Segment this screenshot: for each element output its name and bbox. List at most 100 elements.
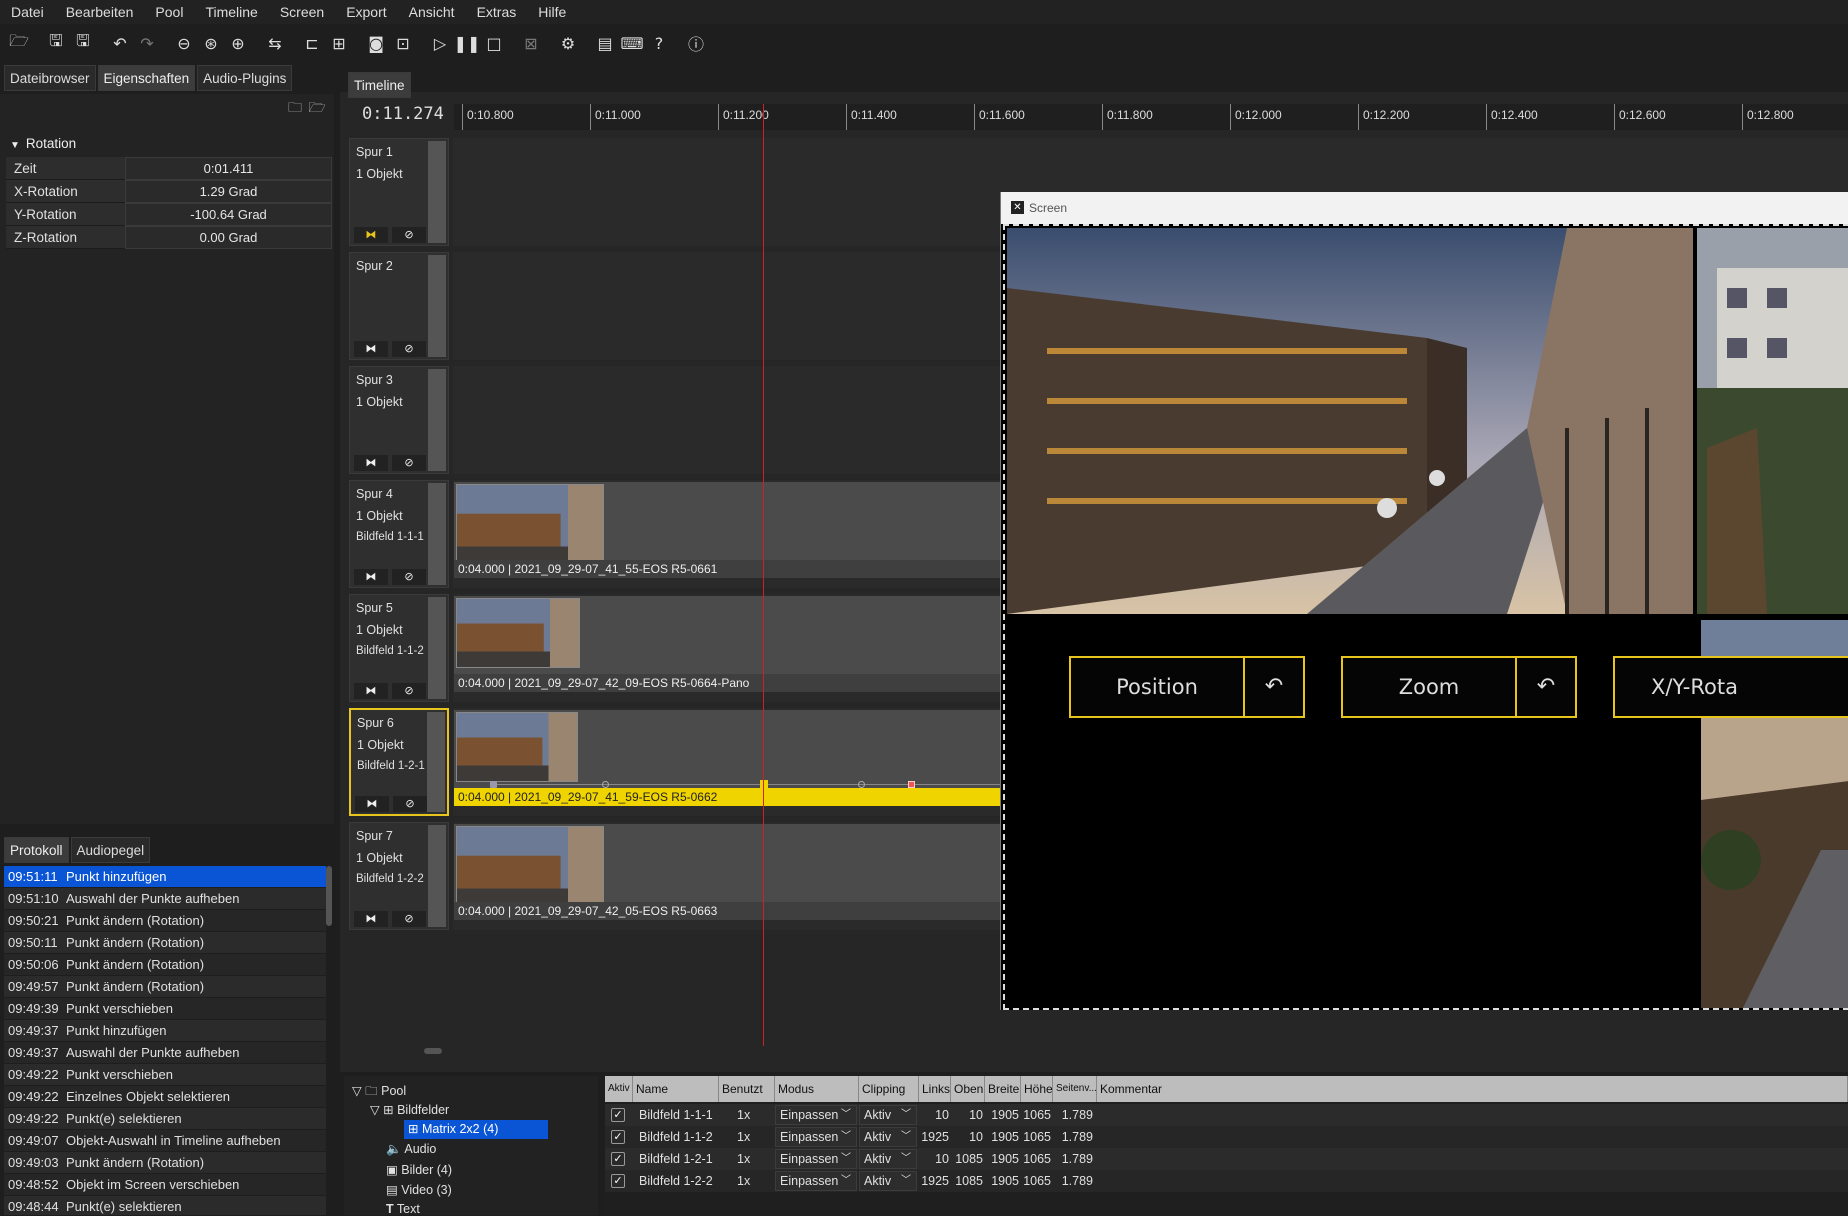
mute-icon[interactable]: ⊘ — [392, 455, 426, 471]
preview-icon[interactable]: ◙ — [363, 30, 389, 56]
log-row[interactable]: 09:48:44 Punkt(e) selektieren — [4, 1196, 326, 1215]
track-header[interactable]: Spur 7 1 Objekt Bildfeld 1-2-2 ⧓ ⊘ — [349, 822, 449, 930]
track-header[interactable]: Spur 4 1 Objekt Bildfeld 1-1-1 ⧓ ⊘ — [349, 480, 449, 588]
table-column-header[interactable]: Kommentar — [1097, 1076, 1848, 1102]
log-row[interactable]: 09:49:37 Punkt hinzufügen — [4, 1020, 326, 1042]
log-row[interactable]: 09:51:10 Auswahl der Punkte aufheben — [4, 888, 326, 910]
track-header[interactable]: Spur 1 1 Objekt ⧓ ⊘ — [349, 138, 449, 246]
active-checkbox[interactable]: ✓ — [611, 1174, 625, 1188]
bowtie-icon[interactable]: ⧓ — [354, 569, 388, 585]
table-column-header[interactable]: Links — [919, 1076, 951, 1102]
tab-audiopegel[interactable]: Audiopegel — [70, 837, 151, 863]
mode-dropdown[interactable]: Einpassen ﹀ — [775, 1149, 857, 1169]
reset-icon[interactable]: ↶ — [1243, 658, 1303, 716]
keyframe-point[interactable] — [908, 781, 915, 788]
tab-audio-plugins[interactable]: Audio-Plugins — [197, 65, 293, 91]
zoom-in-icon[interactable]: ⊕ — [225, 30, 251, 56]
table-column-header[interactable]: Name — [633, 1076, 719, 1102]
tab-dateibrowser[interactable]: Dateibrowser — [4, 65, 96, 91]
track-level-bar[interactable] — [428, 255, 446, 357]
play-icon[interactable]: ▷ — [427, 30, 453, 56]
track-level-bar[interactable] — [427, 712, 445, 812]
timeline-clip[interactable]: 0:04.000 | 2021_09_29-07_41_59-EOS R5-06… — [454, 710, 1000, 806]
swap-icon[interactable]: ⇆ — [262, 30, 288, 56]
position-button[interactable]: Position — [1071, 658, 1243, 716]
settings-icon[interactable]: ⚙ — [555, 30, 581, 56]
close-icon[interactable]: ✕ — [1011, 201, 1024, 214]
bowtie-icon[interactable]: ⧓ — [355, 796, 389, 812]
keyframe-point[interactable] — [490, 781, 497, 788]
zoom-fit-icon[interactable]: ⊛ — [198, 30, 224, 56]
folder-icon[interactable]: 🗀 — [284, 98, 306, 118]
track-level-bar[interactable] — [428, 141, 446, 243]
pause-icon[interactable]: ❚❚ — [454, 30, 481, 56]
time-ruler[interactable]: 0:10.800 0:11.000 0:11.200 0:11.400 0:11.600… — [454, 104, 1848, 130]
log-row[interactable]: 09:50:06 Punkt ändern (Rotation) — [4, 954, 326, 976]
bowtie-icon[interactable]: ⧓ — [354, 227, 388, 243]
menu-bearbeiten[interactable]: Bearbeiten — [55, 0, 145, 24]
tab-timeline[interactable]: Timeline — [348, 72, 411, 98]
mode-dropdown[interactable]: Einpassen ﹀ — [775, 1105, 857, 1125]
log-scrollbar[interactable] — [326, 866, 332, 926]
mute-icon[interactable]: ⊘ — [392, 227, 426, 243]
open-folder-icon[interactable]: 🗁 — [6, 30, 32, 56]
clipping-dropdown[interactable]: Aktiv ﹀ — [859, 1127, 917, 1147]
keyboard-icon[interactable]: ⌨ — [619, 30, 645, 56]
stop-icon[interactable]: □ — [481, 30, 507, 56]
prop-value-field[interactable]: -100.64 Grad — [125, 203, 332, 226]
track-level-bar[interactable] — [428, 483, 446, 585]
track-level-bar[interactable] — [428, 825, 446, 927]
clipping-dropdown[interactable]: Aktiv ﹀ — [859, 1171, 917, 1191]
pool-bilder[interactable]: ▣ Bilder (4) — [386, 1162, 452, 1177]
table-row[interactable]: ✓ Bildfeld 1-2-1 1x Einpassen ﹀ Aktiv ﹀ 10 1085 1… — [605, 1148, 1848, 1170]
mute-icon[interactable]: ⊘ — [392, 911, 426, 927]
comment-icon[interactable]: ▤ — [592, 30, 618, 56]
log-row[interactable]: 09:51:11 Punkt hinzufügen — [4, 866, 326, 888]
bowtie-icon[interactable]: ⧓ — [354, 455, 388, 471]
table-column-header[interactable]: Oben — [951, 1076, 985, 1102]
bowtie-icon[interactable]: ⧓ — [354, 341, 388, 357]
menu-datei[interactable]: Datei — [0, 0, 55, 24]
reset-icon[interactable]: ↶ — [1515, 658, 1575, 716]
info-icon[interactable]: ⓘ — [683, 30, 709, 56]
log-row[interactable]: 09:49:22 Punkt verschieben — [4, 1064, 326, 1086]
mute-icon[interactable]: ⊘ — [392, 683, 426, 699]
log-row[interactable]: 09:49:57 Punkt ändern (Rotation) — [4, 976, 326, 998]
timeline-clip[interactable]: 0:04.000 | 2021_09_29-07_41_55-EOS R5-06… — [454, 482, 1000, 578]
clipping-dropdown[interactable]: Aktiv ﹀ — [859, 1149, 917, 1169]
menu-export[interactable]: Export — [335, 0, 397, 24]
track-header[interactable]: Spur 6 1 Objekt Bildfeld 1-2-1 ⧓ ⊘ — [349, 708, 449, 816]
table-row[interactable]: ✓ Bildfeld 1-1-2 1x Einpassen ﹀ Aktiv ﹀ 1925 10 1… — [605, 1126, 1848, 1148]
bowtie-icon[interactable]: ⧓ — [354, 683, 388, 699]
mute-icon[interactable]: ⊘ — [392, 341, 426, 357]
mute-icon[interactable]: ⊘ — [393, 796, 427, 812]
playhead[interactable] — [763, 104, 764, 1046]
menu-extras[interactable]: Extras — [466, 0, 528, 24]
help-icon[interactable]: ? — [646, 30, 672, 56]
menu-pool[interactable]: Pool — [144, 0, 194, 24]
log-row[interactable]: 09:49:03 Punkt ändern (Rotation) — [4, 1152, 326, 1174]
magnet-icon[interactable]: ⊏ — [299, 30, 325, 56]
table-column-header[interactable]: Modus — [775, 1076, 859, 1102]
keyframe-point[interactable] — [760, 780, 768, 789]
timeline-clip[interactable]: 0:04.000 | 2021_09_29-07_42_05-EOS R5-06… — [454, 824, 1000, 920]
log-row[interactable]: 09:49:39 Punkt verschieben — [4, 998, 326, 1020]
active-checkbox[interactable]: ✓ — [611, 1108, 625, 1122]
pool-text[interactable]: T Text — [386, 1202, 420, 1216]
timeline-scrollbar[interactable] — [424, 1048, 442, 1054]
mode-dropdown[interactable]: Einpassen ﹀ — [775, 1127, 857, 1147]
track-header[interactable]: Spur 3 1 Objekt ⧓ ⊘ — [349, 366, 449, 474]
timeline-clip[interactable]: 0:04.000 | 2021_09_29-07_42_09-EOS R5-06… — [454, 596, 1000, 692]
pool-video[interactable]: ▤ Video (3) — [386, 1182, 452, 1197]
table-row[interactable]: ✓ Bildfeld 1-2-2 1x Einpassen ﹀ Aktiv ﹀ 1925 108… — [605, 1170, 1848, 1192]
active-checkbox[interactable]: ✓ — [611, 1152, 625, 1166]
track-level-bar[interactable] — [428, 369, 446, 471]
log-row[interactable]: 09:48:52 Objekt im Screen verschieben — [4, 1174, 326, 1196]
zoom-out-icon[interactable]: ⊖ — [171, 30, 197, 56]
prop-value-field[interactable]: 0:01.411 — [125, 157, 332, 180]
save-all-icon[interactable]: 🖫 — [70, 30, 96, 56]
track-header[interactable]: Spur 5 1 Objekt Bildfeld 1-1-2 ⧓ ⊘ — [349, 594, 449, 702]
table-column-header[interactable]: Aktiv — [605, 1076, 633, 1102]
xy-rotation-button[interactable]: X/Y-Rota — [1615, 658, 1848, 716]
rotation-section-header[interactable]: ▼ Rotation — [10, 136, 76, 151]
